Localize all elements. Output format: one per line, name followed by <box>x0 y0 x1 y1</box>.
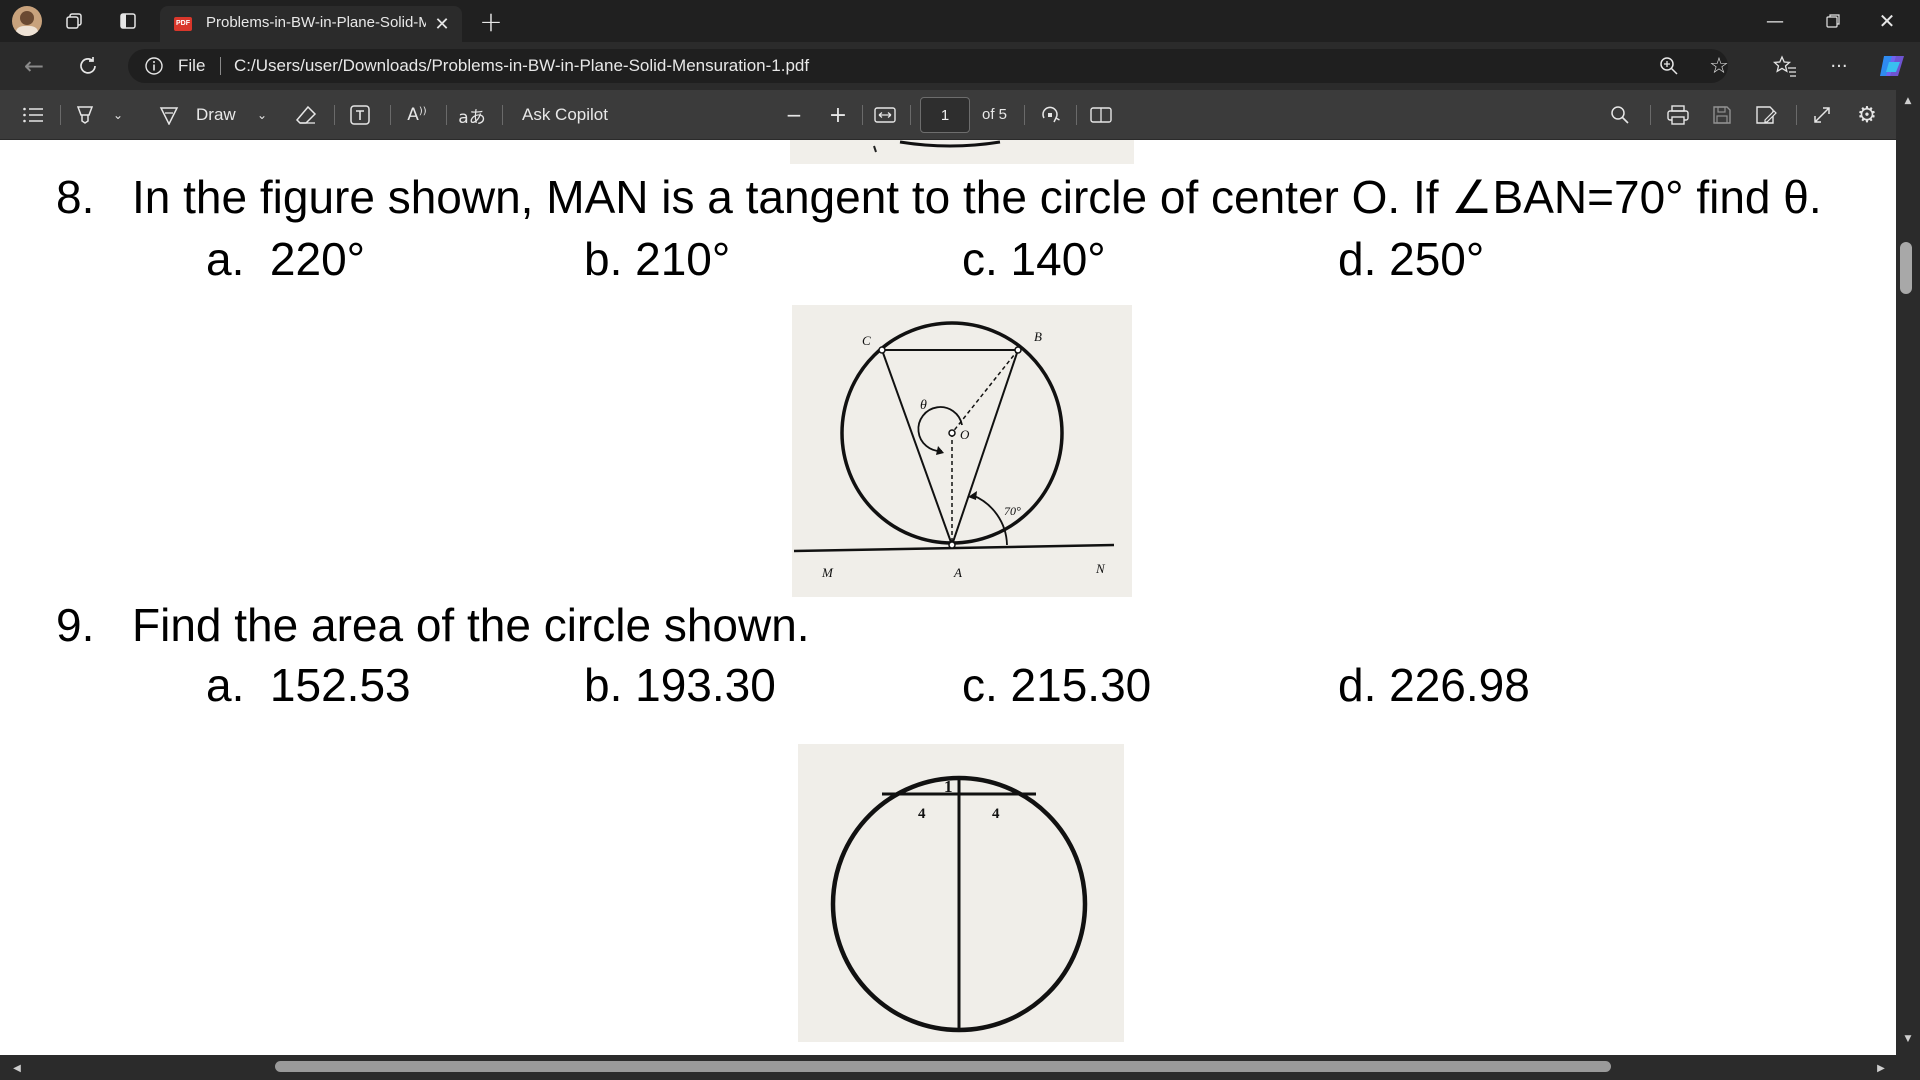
q9-option-d: d. 226.98 <box>1338 659 1530 711</box>
translate-icon[interactable]: aあ <box>456 102 488 128</box>
pdf-toolbar: ⌄ Draw ⌄ A)) aあ Ask Copilot − + 1 of 5 ⚙ <box>0 90 1920 140</box>
rotate-icon[interactable] <box>1036 102 1064 128</box>
vertical-scroll-thumb[interactable] <box>1900 242 1912 294</box>
address-bar-row: ← File C:/Users/user/Downloads/Problems-… <box>0 42 1920 90</box>
page-view-icon[interactable] <box>1086 102 1116 128</box>
tab-pdf[interactable]: PDF Problems-in-BW-in-Plane-Solid-M ✕ <box>160 6 462 42</box>
toolbar-divider <box>1076 105 1077 125</box>
fig8-label-m: M <box>821 565 834 580</box>
close-window-icon[interactable]: ✕ <box>1864 6 1910 36</box>
address-bar[interactable]: File C:/Users/user/Downloads/Problems-in… <box>128 49 1729 83</box>
favorites-list-icon[interactable] <box>1770 51 1800 81</box>
zoom-icon[interactable] <box>1656 53 1682 79</box>
toolbar-divider <box>60 105 61 125</box>
fig9-label-left: 4 <box>918 806 926 822</box>
expand-icon[interactable] <box>1808 102 1836 128</box>
fig8-label-theta: θ <box>920 398 927 413</box>
zoom-out-icon[interactable]: − <box>780 102 808 128</box>
q8-figure: C B θ O 70° M A N <box>792 305 1132 597</box>
toolbar-divider <box>862 105 863 125</box>
settings-gear-icon[interactable]: ⚙ <box>1852 102 1882 128</box>
ask-copilot-button[interactable]: Ask Copilot <box>522 105 608 125</box>
page-number-input[interactable]: 1 <box>920 97 970 133</box>
page-total: of 5 <box>982 106 1008 123</box>
fig8-label-a: A <box>953 565 962 580</box>
read-aloud-glyph: A <box>407 105 419 125</box>
scroll-down-icon[interactable]: ▼ <box>1900 1032 1916 1046</box>
q9-figure: 1 4 4 <box>798 744 1124 1042</box>
title-bar: PDF Problems-in-BW-in-Plane-Solid-M ✕ + … <box>0 0 1920 42</box>
q9-option-a: a. 152.53 <box>206 659 411 711</box>
q9-option-c: c. 215.30 <box>962 659 1152 711</box>
profile-avatar[interactable] <box>12 6 42 36</box>
zoom-in-icon[interactable]: + <box>824 102 852 128</box>
question-9-number: 9. <box>56 599 95 651</box>
toolbar-divider <box>334 105 335 125</box>
minimize-icon[interactable]: — <box>1752 6 1798 36</box>
toolbar-divider <box>390 105 391 125</box>
q8-option-d: d. 250° <box>1338 233 1485 285</box>
scroll-right-icon[interactable]: ▶ <box>1874 1061 1888 1075</box>
fig9-label-right: 4 <box>992 806 1000 822</box>
tab-title: Problems-in-BW-in-Plane-Solid-M <box>206 14 426 31</box>
contents-list-icon[interactable] <box>18 102 48 128</box>
q9-option-b: b. 193.30 <box>584 659 776 711</box>
highlight-dropdown-icon[interactable]: ⌄ <box>110 106 126 124</box>
q8-option-c: c. 140° <box>962 233 1106 285</box>
horizontal-scroll-thumb[interactable] <box>275 1061 1611 1072</box>
toolbar-divider <box>910 105 911 125</box>
url-prefix: File <box>178 56 206 75</box>
toolbar-divider <box>1796 105 1797 125</box>
vertical-scrollbar[interactable]: ▲ ▼ <box>1896 90 1920 1055</box>
fig8-label-b: B <box>1034 329 1042 344</box>
copilot-icon[interactable] <box>1876 50 1910 82</box>
more-menu-icon[interactable]: ··· <box>1824 51 1854 81</box>
read-aloud-wave-icon: )) <box>418 105 427 117</box>
save-icon[interactable] <box>1708 102 1736 128</box>
fig9-label-one: 1 <box>944 777 953 796</box>
pdf-file-icon: PDF <box>174 17 192 31</box>
url-text[interactable]: C:/Users/user/Downloads/Problems-in-BW-i… <box>234 56 809 76</box>
refresh-icon[interactable] <box>72 51 104 81</box>
fig8-label-c: C <box>862 333 871 348</box>
new-tab-button[interactable]: + <box>474 4 508 38</box>
previous-figure-remnant <box>790 140 1134 164</box>
question-8-number: 8. <box>56 171 95 223</box>
print-icon[interactable] <box>1664 102 1692 128</box>
highlight-icon[interactable] <box>72 102 98 128</box>
question-8-text: In the figure shown, MAN is a tangent to… <box>132 171 1822 223</box>
draw-label[interactable]: Draw <box>196 105 236 125</box>
fig8-label-n: N <box>1095 561 1106 576</box>
back-arrow-icon[interactable]: ← <box>18 51 50 81</box>
pdf-page: 8. In the figure shown, MAN is a tangent… <box>0 140 1896 1055</box>
info-icon[interactable] <box>144 56 164 76</box>
save-as-icon[interactable] <box>1752 102 1780 128</box>
toolbar-divider <box>1650 105 1651 125</box>
q8-option-a: a. 220° <box>206 233 366 285</box>
fig8-label-o: O <box>960 427 970 442</box>
tab-actions-icon[interactable] <box>116 9 140 33</box>
toolbar-divider <box>502 105 503 125</box>
draw-dropdown-icon[interactable]: ⌄ <box>254 106 270 124</box>
fit-width-icon[interactable] <box>870 102 900 128</box>
toolbar-divider <box>1024 105 1025 125</box>
scroll-up-icon[interactable]: ▲ <box>1900 94 1916 108</box>
read-aloud-icon[interactable]: A)) <box>402 102 432 128</box>
scroll-left-icon[interactable]: ◀ <box>10 1061 24 1075</box>
add-text-icon[interactable] <box>346 102 374 128</box>
tab-close-icon[interactable]: ✕ <box>430 12 454 36</box>
draw-icon[interactable] <box>156 102 182 128</box>
question-9-text: Find the area of the circle shown. <box>132 599 810 651</box>
fig8-label-angle: 70° <box>1004 504 1021 518</box>
q8-option-b: b. 210° <box>584 233 731 285</box>
toolbar-divider <box>446 105 447 125</box>
eraser-icon[interactable] <box>292 102 320 128</box>
url-divider <box>220 57 221 75</box>
restore-icon[interactable] <box>1810 6 1856 36</box>
workspaces-icon[interactable] <box>62 9 86 33</box>
search-icon[interactable] <box>1606 102 1634 128</box>
favorite-star-icon[interactable]: ☆ <box>1706 53 1732 79</box>
